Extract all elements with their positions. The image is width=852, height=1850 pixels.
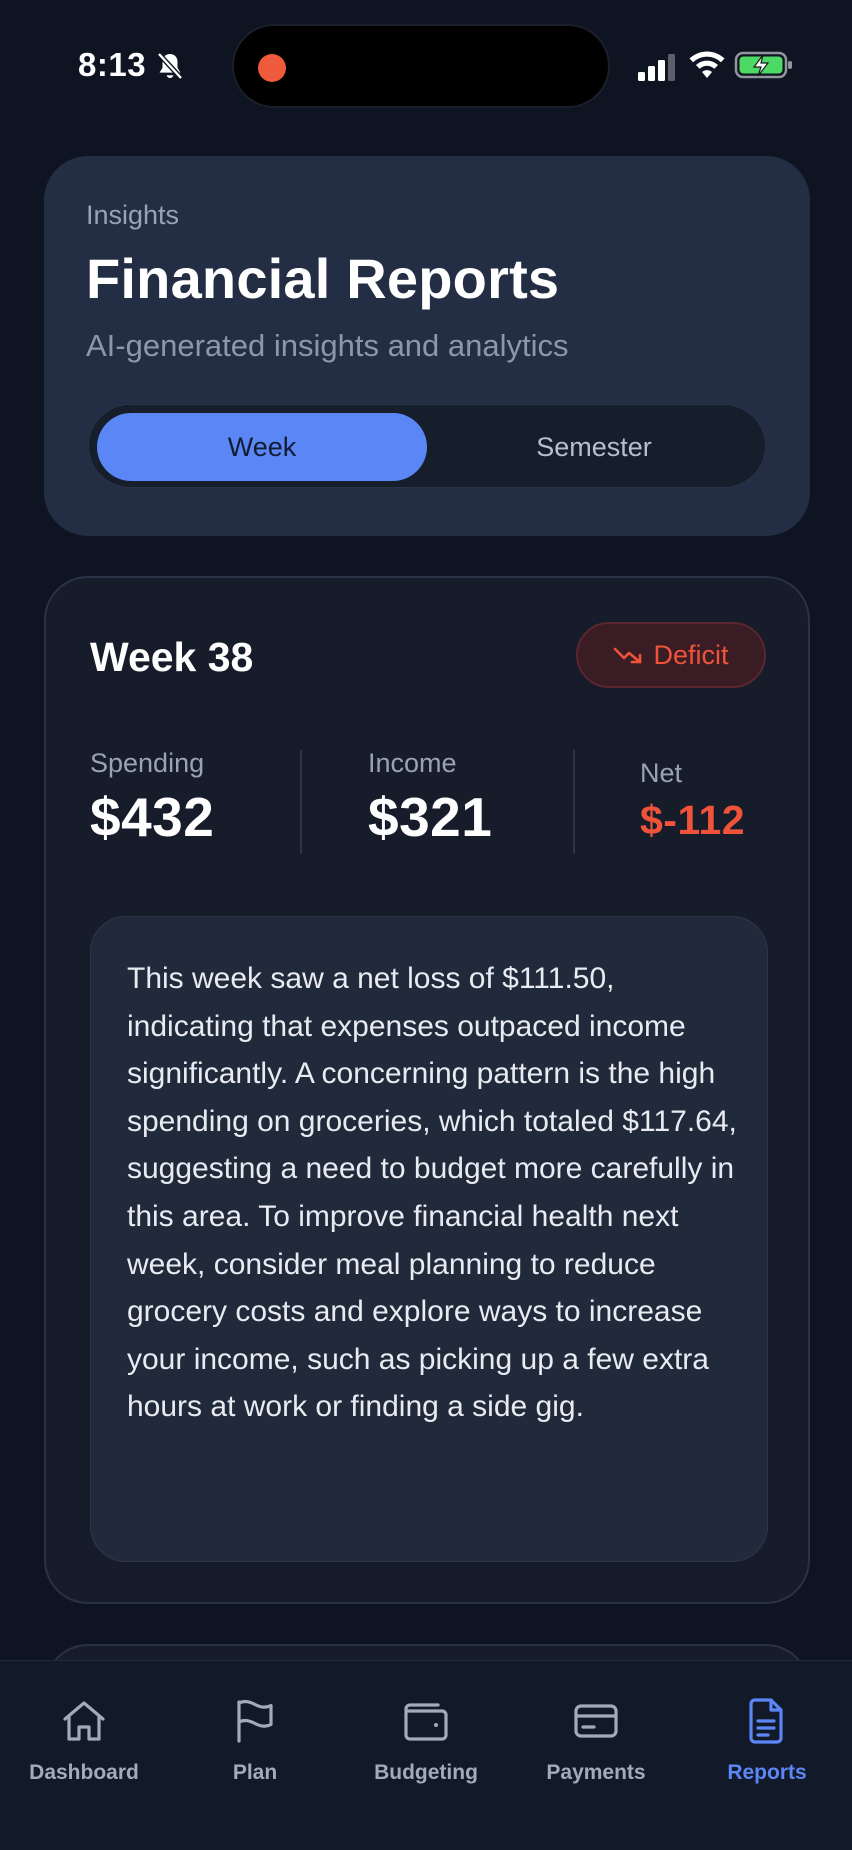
page-title: Financial Reports <box>86 247 560 310</box>
spending-stat: Spending $432 <box>90 748 214 849</box>
spending-value: $432 <box>90 786 215 848</box>
header-card: Insights Financial Reports AI-generated … <box>44 156 810 536</box>
screen: 8:13 Insights Financial Reports AI-gener… <box>0 0 852 1850</box>
recording-indicator <box>258 54 286 82</box>
wallet-icon <box>404 1703 448 1741</box>
tab-plan[interactable]: Plan <box>180 1695 330 1785</box>
net-stat: Net $-112 <box>640 758 745 844</box>
cellular-signal-icon <box>638 54 675 81</box>
battery-charging-icon <box>734 51 792 79</box>
tab-label: Reports <box>727 1761 807 1784</box>
tab-budgeting[interactable]: Budgeting <box>351 1695 501 1785</box>
tab-label: Dashboard <box>29 1761 139 1784</box>
tab-reports[interactable]: Reports <box>692 1695 842 1785</box>
document-icon <box>749 1698 783 1744</box>
bell-off-icon <box>157 52 183 80</box>
flag-icon <box>237 1699 273 1743</box>
income-label: Income <box>368 748 457 778</box>
weekly-report-card: Week 38 Deficit Spending $432 Income $32… <box>44 576 810 1604</box>
home-icon <box>63 1701 105 1741</box>
stat-divider <box>300 750 302 854</box>
ai-insight-box: This week saw a net loss of $111.50, ind… <box>90 916 768 1562</box>
wifi-icon <box>689 51 725 78</box>
spending-label: Spending <box>90 748 205 778</box>
tab-label: Plan <box>232 1761 278 1784</box>
report-title: Week 38 <box>90 634 254 680</box>
period-segmented-control: Week Semester <box>88 404 766 488</box>
net-value: $-112 <box>640 797 746 843</box>
deficit-badge: Deficit <box>576 622 766 688</box>
page-subtitle: AI-generated insights and analytics <box>86 328 569 363</box>
stat-divider <box>573 750 575 854</box>
segment-week[interactable]: Week <box>97 413 427 481</box>
income-stat: Income $321 <box>368 748 492 849</box>
badge-label: Deficit <box>653 639 729 670</box>
status-time: 8:13 <box>78 46 147 83</box>
status-bar: 8:13 <box>0 0 852 130</box>
tab-payments[interactable]: Payments <box>521 1695 671 1785</box>
trending-down-icon <box>614 647 642 664</box>
segment-semester[interactable]: Semester <box>429 413 759 481</box>
bottom-tab-bar: Dashboard Plan Budgeting Payments Report… <box>0 1660 852 1850</box>
tab-label: Payments <box>546 1761 646 1784</box>
card-icon <box>574 1704 618 1738</box>
dynamic-island <box>232 24 610 108</box>
ai-insight-text: This week saw a net loss of $111.50, ind… <box>127 962 737 1424</box>
tab-dashboard[interactable]: Dashboard <box>9 1695 159 1785</box>
section-eyebrow: Insights <box>86 200 180 230</box>
tab-label: Budgeting <box>374 1761 478 1784</box>
net-label: Net <box>640 758 683 788</box>
income-value: $321 <box>368 786 493 848</box>
